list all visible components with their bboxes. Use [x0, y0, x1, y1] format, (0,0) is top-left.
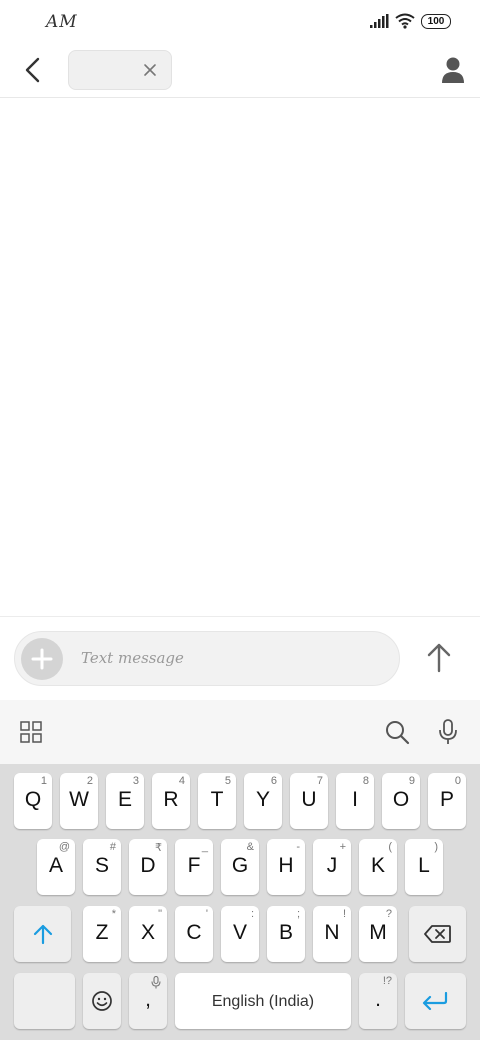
key-x[interactable]: " X: [129, 906, 167, 962]
period-key[interactable]: !? .: [359, 973, 397, 1029]
send-arrow-icon[interactable]: [424, 641, 454, 673]
message-input[interactable]: Text message: [14, 631, 400, 686]
key-l[interactable]: ) L: [405, 839, 443, 895]
key-u[interactable]: 7U: [290, 773, 328, 829]
key-z[interactable]: * Z: [83, 906, 121, 962]
key-p[interactable]: 0P: [428, 773, 466, 829]
back-arrow-icon[interactable]: [20, 56, 50, 86]
enter-key[interactable]: [405, 973, 466, 1029]
symbols-key[interactable]: [14, 973, 75, 1029]
key-r[interactable]: 4R: [152, 773, 190, 829]
space-label: English (India): [211, 993, 315, 1010]
key-s[interactable]: # S: [83, 839, 121, 895]
key-t[interactable]: 5T: [198, 773, 236, 829]
conversation-header: [0, 44, 480, 98]
message-list: [0, 98, 480, 616]
recipient-field[interactable]: [68, 50, 172, 90]
key-g[interactable]: & G: [221, 839, 259, 895]
key-b[interactable]: ; B: [267, 906, 305, 962]
battery-icon: 100: [421, 14, 451, 29]
key-v[interactable]: :V: [221, 906, 259, 962]
key-w[interactable]: 2W: [60, 773, 98, 829]
key-e[interactable]: 3E: [106, 773, 144, 829]
emoji-icon: [92, 991, 112, 1011]
backspace-key[interactable]: [409, 906, 466, 962]
space-key[interactable]: English (India): [175, 973, 351, 1029]
status-bar: AM 100: [0, 0, 480, 44]
plus-icon: [31, 648, 53, 670]
search-icon[interactable]: [384, 719, 410, 745]
period-label: .: [375, 988, 381, 1011]
shift-key[interactable]: [14, 906, 71, 962]
period-alt: !?: [382, 975, 392, 987]
status-time: AM: [46, 12, 78, 32]
comma-key[interactable]: ,: [129, 973, 167, 1029]
key-o[interactable]: 9O: [382, 773, 420, 829]
keyboard: 1Q 2W 3E 4R 5T 6Y 7U 8I 9O 0P @ A # S ₹ D _…: [0, 764, 480, 1040]
grid-icon[interactable]: [20, 721, 42, 743]
key-j[interactable]: + J: [313, 839, 351, 895]
key-q[interactable]: 1Q: [14, 773, 52, 829]
key-k[interactable]: (K: [359, 839, 397, 895]
key-h[interactable]: -H: [267, 839, 305, 895]
enter-icon: [422, 992, 448, 1010]
key-a[interactable]: @ A: [37, 839, 75, 895]
comma-label: ,: [145, 988, 151, 1011]
key-c[interactable]: ' C: [175, 906, 213, 962]
backspace-icon: [424, 925, 451, 943]
signal-icon: [370, 14, 389, 28]
key-m[interactable]: ? M: [359, 906, 397, 962]
key-n[interactable]: ! N: [313, 906, 351, 962]
key-d[interactable]: ₹ D: [129, 839, 167, 895]
key-i[interactable]: 8I: [336, 773, 374, 829]
attach-button[interactable]: [21, 638, 63, 680]
message-placeholder: Text message: [81, 649, 184, 667]
compose-bar: Text message: [0, 616, 480, 701]
wifi-icon: [395, 13, 415, 29]
mic-icon[interactable]: [438, 719, 458, 745]
emoji-key[interactable]: [83, 973, 121, 1029]
keyboard-toolbar: [0, 700, 480, 764]
person-icon[interactable]: [440, 56, 466, 84]
key-y[interactable]: 6Y: [244, 773, 282, 829]
key-f[interactable]: _ F: [175, 839, 213, 895]
shift-arrow-icon: [33, 924, 53, 945]
close-icon[interactable]: [141, 61, 159, 79]
